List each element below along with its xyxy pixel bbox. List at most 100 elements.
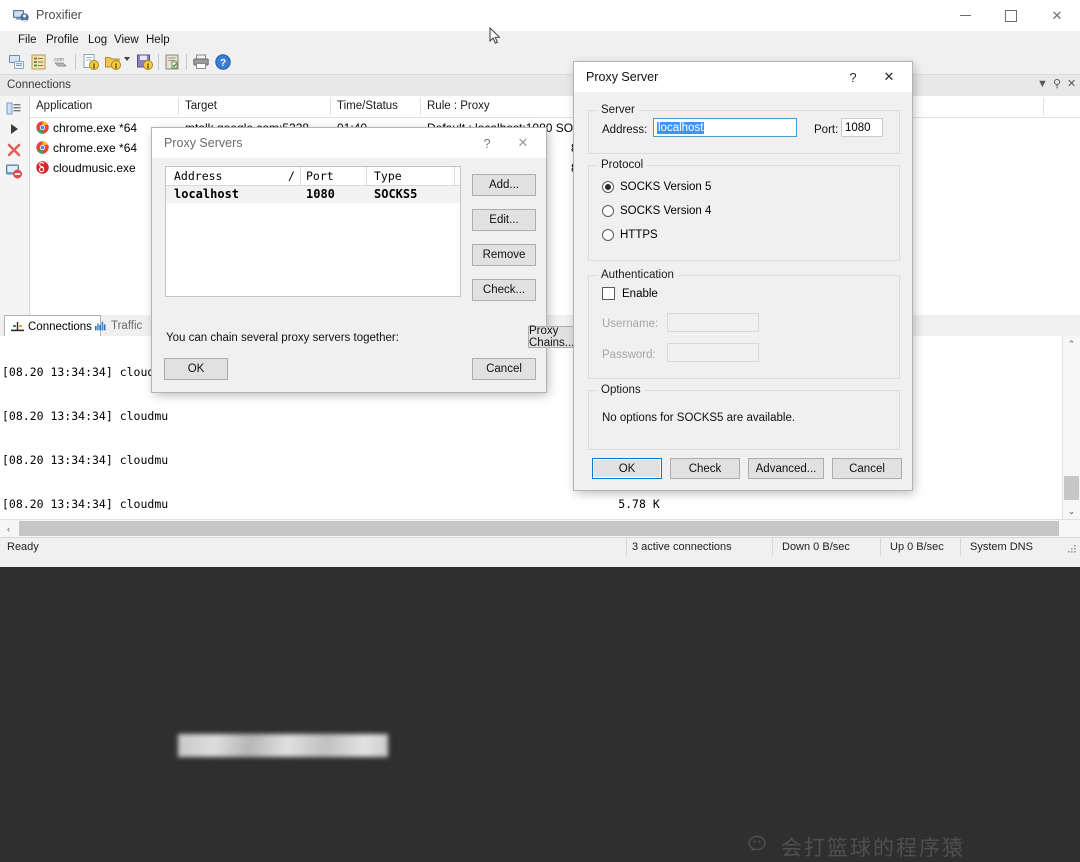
arrow-icon[interactable] bbox=[5, 120, 23, 138]
scroll-left-button[interactable]: ‹ bbox=[0, 520, 17, 537]
tab-label: Traffic bbox=[111, 319, 143, 332]
row-application: chrome.exe *64 bbox=[53, 141, 138, 155]
help-icon[interactable]: ? bbox=[214, 53, 232, 71]
scroll-up-button[interactable]: ⌃ bbox=[1063, 336, 1080, 353]
column-application[interactable]: Application bbox=[36, 100, 92, 112]
auth-enable-checkbox[interactable]: Enable bbox=[602, 287, 658, 300]
ok-button[interactable]: OK bbox=[164, 358, 228, 380]
proxy-server-list[interactable]: Address / Port Type localhost 1080 SOCKS… bbox=[165, 166, 461, 297]
close-button[interactable]: ✕ bbox=[872, 62, 906, 92]
tab-traffic[interactable]: Traffic bbox=[88, 315, 150, 336]
chevron-down-icon[interactable]: ▼ bbox=[1037, 79, 1048, 90]
dialog-title-bar: Proxy Servers ? ✕ bbox=[152, 128, 546, 158]
column-port[interactable]: Port bbox=[306, 169, 334, 183]
radio-socks5[interactable]: SOCKS Version 5 bbox=[602, 181, 711, 193]
maximize-button[interactable] bbox=[988, 0, 1034, 31]
auth-enable-label: Enable bbox=[622, 287, 658, 300]
menu-bar: File Profile Log View Help bbox=[0, 31, 1080, 50]
wechat-icon bbox=[748, 835, 774, 860]
radio-socks4[interactable]: SOCKS Version 4 bbox=[602, 205, 711, 217]
radio-https[interactable]: HTTPS bbox=[602, 229, 658, 241]
menu-item-help[interactable]: Help bbox=[140, 34, 176, 46]
column-rule-proxy[interactable]: Rule : Proxy bbox=[427, 100, 490, 112]
list-view-icon[interactable] bbox=[5, 100, 23, 118]
server-group-label: Server bbox=[597, 104, 639, 116]
cancel-button[interactable]: Cancel bbox=[472, 358, 536, 380]
open-profile-icon[interactable] bbox=[82, 53, 100, 71]
load-profile-icon[interactable] bbox=[104, 53, 122, 71]
column-type[interactable]: Type bbox=[374, 169, 402, 183]
rules-icon[interactable] bbox=[30, 53, 48, 71]
status-connections: 3 active connections bbox=[632, 541, 732, 553]
log-horizontal-scrollbar[interactable]: ‹ bbox=[0, 519, 1080, 538]
chrome-icon bbox=[36, 121, 49, 134]
connections-pane-title: Connections bbox=[7, 79, 71, 91]
table-row[interactable]: localhost 1080 SOCKS5 bbox=[166, 186, 460, 203]
tab-connections[interactable]: Connections bbox=[4, 315, 101, 338]
minimize-button[interactable] bbox=[942, 0, 988, 31]
pin-icon[interactable]: ⚲ bbox=[1053, 79, 1061, 90]
toolbar: .com ? bbox=[0, 50, 1080, 75]
column-address[interactable]: Address bbox=[174, 169, 222, 183]
connections-side-toolbar bbox=[0, 96, 30, 315]
password-input[interactable] bbox=[667, 343, 759, 362]
status-bar: Ready 3 active connections Down 0 B/sec … bbox=[0, 537, 1080, 556]
row-application: cloudmusic.exe bbox=[53, 161, 136, 175]
svg-text:?: ? bbox=[220, 58, 226, 69]
dialog-title: Proxy Server bbox=[586, 70, 659, 84]
help-button[interactable]: ? bbox=[470, 128, 504, 158]
column-time-status[interactable]: Time/Status bbox=[337, 100, 398, 112]
chain-hint-label: You can chain several proxy servers toge… bbox=[166, 332, 399, 344]
column-target[interactable]: Target bbox=[185, 100, 217, 112]
log-vertical-scrollbar[interactable]: ⌃ ⌄ bbox=[1062, 336, 1080, 520]
proxy-list-header: Address / Port Type bbox=[166, 167, 460, 186]
log-file-icon[interactable] bbox=[164, 53, 182, 71]
radio-label: SOCKS Version 5 bbox=[620, 181, 712, 193]
port-input[interactable]: 1080 bbox=[841, 118, 883, 137]
dns-icon[interactable]: .com bbox=[52, 53, 70, 71]
address-label: Address: bbox=[602, 124, 648, 136]
tab-label: Connections bbox=[28, 320, 92, 333]
cell-port: 1080 bbox=[306, 187, 335, 201]
username-input[interactable] bbox=[667, 313, 759, 332]
advanced-button[interactable]: Advanced... bbox=[748, 458, 824, 479]
check-button[interactable]: Check... bbox=[472, 279, 536, 301]
resize-grip-icon[interactable] bbox=[1065, 542, 1077, 554]
address-input[interactable]: localhost bbox=[653, 118, 797, 137]
remove-button[interactable]: Remove bbox=[472, 244, 536, 266]
radio-label: HTTPS bbox=[620, 229, 658, 241]
username-label: Username: bbox=[602, 318, 659, 330]
scroll-down-button[interactable]: ⌄ bbox=[1063, 503, 1080, 520]
add-button[interactable]: Add... bbox=[472, 174, 536, 196]
chevron-down-icon[interactable] bbox=[124, 57, 130, 61]
status-download: Down 0 B/sec bbox=[782, 541, 850, 553]
help-button[interactable]: ? bbox=[836, 62, 870, 92]
status-ready: Ready bbox=[7, 541, 39, 553]
scrollbar-thumb[interactable] bbox=[19, 521, 1059, 536]
print-icon[interactable] bbox=[192, 53, 210, 71]
menu-item-profile[interactable]: Profile bbox=[40, 34, 85, 46]
traffic-icon bbox=[94, 320, 107, 331]
redacted-region bbox=[178, 734, 388, 757]
check-button[interactable]: Check bbox=[670, 458, 740, 479]
cloudmusic-icon bbox=[36, 161, 49, 174]
menu-item-file[interactable]: File bbox=[12, 34, 43, 46]
edit-button[interactable]: Edit... bbox=[472, 209, 536, 231]
watermark-text: 会打篮球的程序猿 bbox=[781, 836, 965, 860]
close-button[interactable]: ✕ bbox=[1034, 0, 1080, 31]
close-button[interactable]: ✕ bbox=[506, 128, 540, 158]
close-x-icon[interactable] bbox=[5, 141, 23, 159]
sort-indicator: / bbox=[288, 169, 295, 183]
block-icon[interactable] bbox=[5, 162, 23, 180]
ok-button[interactable]: OK bbox=[592, 458, 662, 479]
cell-type: SOCKS5 bbox=[374, 187, 418, 201]
close-icon[interactable]: ✕ bbox=[1067, 79, 1076, 90]
log-line: [08.20 13:34:34] cloudmu 5.78 K bbox=[2, 496, 660, 511]
scrollbar-thumb[interactable] bbox=[1064, 476, 1079, 500]
profile-icon[interactable] bbox=[8, 53, 26, 71]
cancel-button[interactable]: Cancel bbox=[832, 458, 902, 479]
save-profile-icon[interactable] bbox=[136, 53, 154, 71]
dialog-title: Proxy Servers bbox=[164, 136, 243, 150]
watermark: 会打篮球的程序猿 bbox=[748, 832, 1048, 862]
options-group-label: Options bbox=[597, 384, 645, 396]
